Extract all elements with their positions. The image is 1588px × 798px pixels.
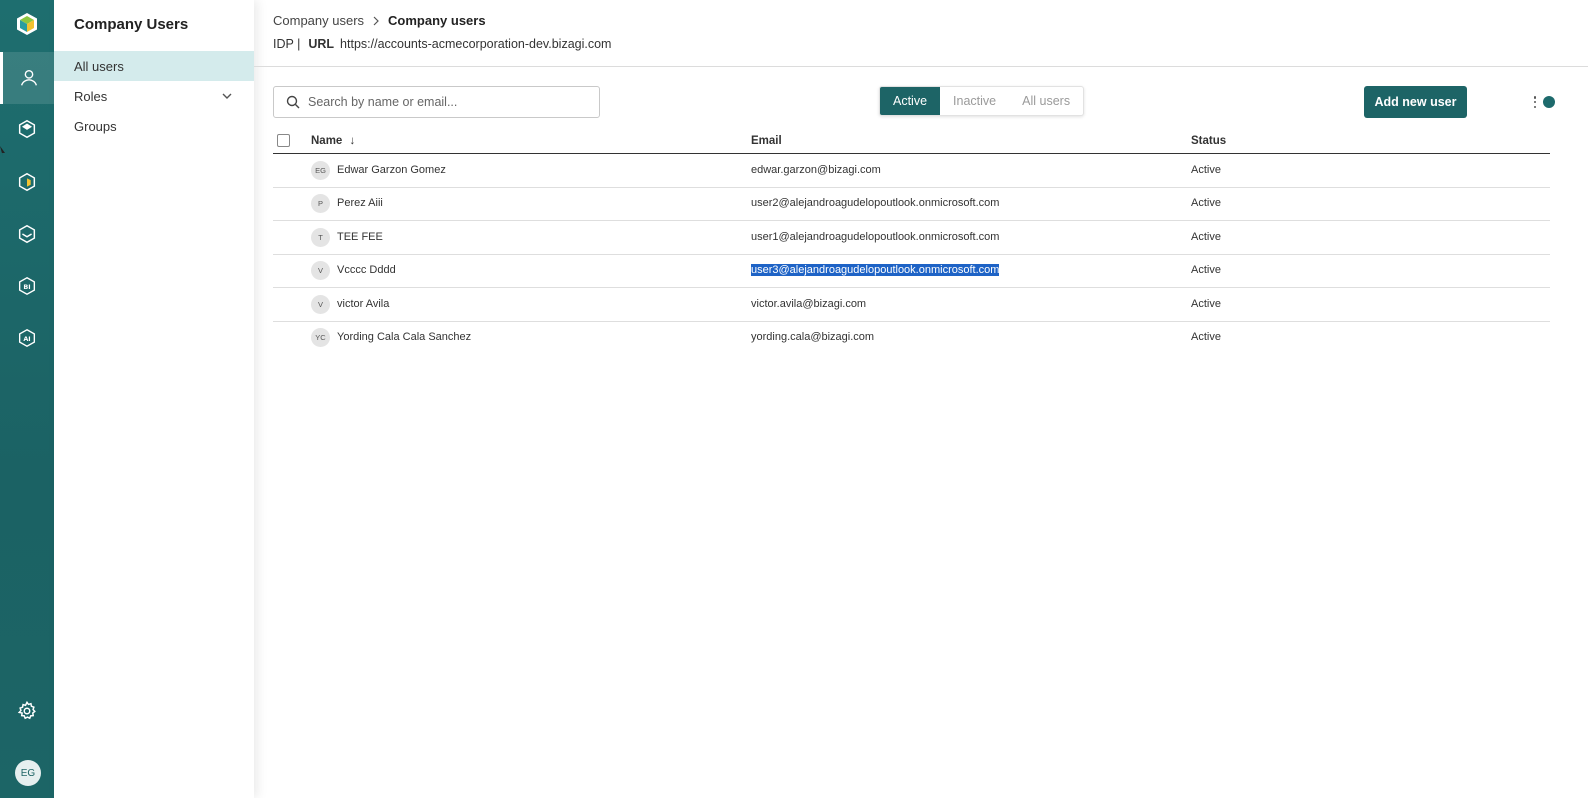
breadcrumb-current: Company users — [388, 13, 486, 28]
url-value: https://accounts-acmecorporation-dev.biz… — [340, 37, 612, 51]
user-name: Yording Cala Cala Sanchez — [337, 331, 472, 343]
chevron-right-icon — [373, 16, 379, 25]
app-rail: BI AI EG — [0, 0, 54, 798]
column-name-label: Name — [311, 135, 343, 147]
automation-icon — [18, 224, 36, 244]
rail-item-modeler[interactable] — [0, 156, 54, 208]
user-email-selected: user3@alejandroagudelopoutlook.onmicroso… — [751, 264, 1000, 276]
users-table-header: Name ↓ Email Status — [273, 131, 1550, 154]
users-icon — [20, 69, 37, 86]
svg-text:BI: BI — [23, 283, 30, 291]
more-options-icon[interactable] — [1531, 94, 1539, 110]
gear-icon — [17, 700, 36, 720]
url-label: URL — [308, 37, 335, 51]
sidebar-item-label: Roles — [74, 88, 108, 104]
idp-label: IDP | — [273, 37, 301, 51]
user-status: Active — [1191, 231, 1221, 243]
user-email: yording.cala@bizagi.com — [751, 331, 875, 343]
table-row[interactable]: T TEE FEE user1@alejandroagudelopoutlook… — [273, 221, 1550, 255]
idp-info: IDP | URL https://accounts-acmecorporati… — [273, 37, 611, 51]
user-avatar: YC — [311, 328, 330, 347]
user-avatar: T — [311, 228, 330, 247]
sidebar-item-all-users[interactable]: All users — [54, 51, 254, 81]
user-avatar: P — [311, 194, 330, 213]
user-name: Edwar Garzon Gomez — [337, 164, 446, 176]
search-icon — [286, 95, 300, 109]
user-name: victor Avila — [337, 298, 390, 310]
bi-icon: BI — [18, 276, 36, 296]
process-cube-icon — [18, 119, 36, 139]
filter-active[interactable]: Active — [880, 87, 941, 115]
rail-item-ai[interactable]: AI — [0, 312, 54, 364]
column-header-name[interactable]: Name ↓ — [311, 135, 355, 147]
rail-item-automation[interactable] — [0, 208, 54, 260]
company-users-sidebar: Company Users All users Roles Groups — [54, 0, 254, 798]
user-name: TEE FEE — [337, 231, 383, 243]
rail-item-bi[interactable]: BI — [0, 260, 54, 312]
sidebar-item-label: All users — [74, 58, 124, 74]
user-avatar: EG — [311, 161, 330, 180]
select-all-checkbox[interactable] — [277, 134, 290, 147]
user-avatar: V — [311, 295, 330, 314]
user-name: Vcccc Dddd — [337, 264, 396, 276]
modeler-icon — [18, 172, 36, 192]
rail-item-users[interactable] — [0, 52, 54, 104]
column-header-email[interactable]: Email — [751, 135, 782, 147]
add-new-user-button[interactable]: Add new user — [1364, 86, 1467, 118]
user-email: user2@alejandroagudelopoutlook.onmicroso… — [751, 197, 1000, 209]
user-status: Active — [1191, 264, 1221, 276]
filter-all-users[interactable]: All users — [1009, 87, 1083, 115]
user-email: user1@alejandroagudelopoutlook.onmicroso… — [751, 231, 1000, 243]
user-status: Active — [1191, 164, 1221, 176]
table-row[interactable]: V Vcccc Dddd user3@alejandroagudelopoutl… — [273, 254, 1550, 288]
user-status: Active — [1191, 197, 1221, 209]
sidebar-item-roles[interactable]: Roles — [54, 81, 254, 111]
ai-icon: AI — [18, 328, 36, 348]
page-header: Company users Company users IDP | URL ht… — [254, 0, 1588, 67]
table-row[interactable]: P Perez Aiii user2@alejandroagudelopoutl… — [273, 187, 1550, 221]
user-status: Active — [1191, 331, 1221, 343]
sidebar-item-groups[interactable]: Groups — [54, 111, 254, 141]
sort-arrow-down-icon: ↓ — [349, 135, 356, 147]
breadcrumb-parent[interactable]: Company users — [273, 13, 364, 28]
svg-text:AI: AI — [23, 335, 30, 343]
rail-item-settings[interactable] — [0, 685, 54, 737]
search-input[interactable] — [308, 95, 578, 109]
mouse-cursor-icon — [0, 146, 5, 157]
user-avatar[interactable]: EG — [15, 760, 41, 786]
rail-item-process[interactable] — [0, 103, 54, 155]
user-status: Active — [1191, 298, 1221, 310]
bizagi-logo[interactable] — [15, 12, 39, 36]
user-email: victor.avila@bizagi.com — [751, 298, 867, 310]
search-box[interactable] — [273, 86, 600, 118]
user-email: edwar.garzon@bizagi.com — [751, 164, 881, 176]
breadcrumb: Company users Company users — [273, 13, 486, 28]
sidebar-item-label: Groups — [74, 118, 117, 134]
status-dot-icon — [1543, 96, 1555, 108]
user-name: Perez Aiii — [337, 197, 383, 209]
user-avatar: V — [311, 261, 330, 280]
chevron-down-icon[interactable] — [220, 89, 234, 103]
status-filter: Active Inactive All users — [879, 86, 1085, 116]
sidebar-title: Company Users — [74, 16, 189, 33]
table-row[interactable]: V victor Avila victor.avila@bizagi.com A… — [273, 288, 1550, 322]
table-row[interactable]: YC Yording Cala Cala Sanchez yording.cal… — [273, 321, 1550, 355]
column-header-status[interactable]: Status — [1191, 135, 1226, 147]
table-row[interactable]: EG Edwar Garzon Gomez edwar.garzon@bizag… — [273, 154, 1550, 188]
filter-inactive[interactable]: Inactive — [940, 87, 1009, 115]
